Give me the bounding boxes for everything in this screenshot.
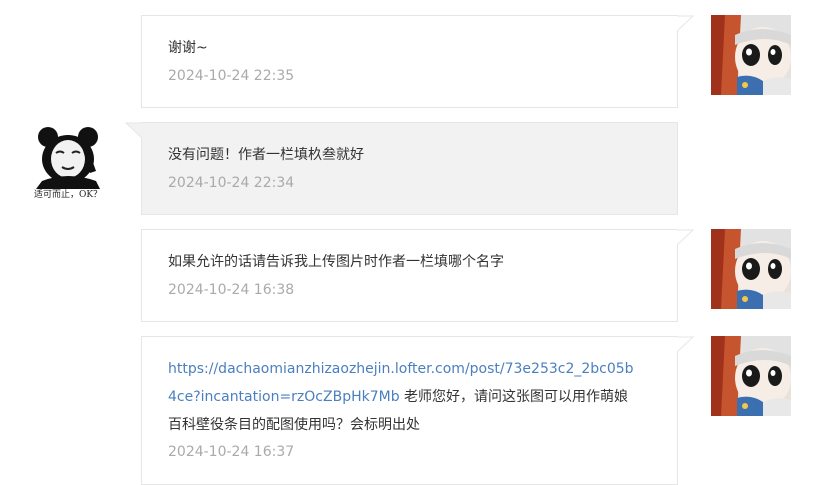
bubble-tail <box>677 336 695 353</box>
message-bubble-outgoing: 如果允许的话请告诉我上传图片时作者一栏填哪个名字 2024-10-24 16:3… <box>141 229 695 322</box>
message-timestamp: 2024-10-24 22:34 <box>168 175 295 191</box>
post-link[interactable]: https://dachaomianzhizaozhejin.lofter.co… <box>168 361 634 377</box>
other-user-avatar[interactable]: 适可而止，OK？ <box>26 123 110 203</box>
my-avatar[interactable] <box>711 15 791 95</box>
message-text: 没有问题！作者一栏填杦叁就好 <box>168 147 364 163</box>
message-text: 如果允许的话请告诉我上传图片时作者一栏填哪个名字 <box>168 254 504 270</box>
message-bubble-incoming: 没有问题！作者一栏填杦叁就好 2024-10-24 22:34 <box>124 122 678 215</box>
message-text-line: 百科壁役条目的配图使用吗？会标明出处 <box>168 417 420 433</box>
avatar-image <box>711 229 791 309</box>
avatar-image <box>711 15 791 95</box>
message-bubble-outgoing: https://dachaomianzhizaozhejin.lofter.co… <box>141 336 695 485</box>
message-text: https://dachaomianzhizaozhejin.lofter.co… <box>168 355 655 439</box>
message-timestamp: 2024-10-24 22:35 <box>168 68 295 84</box>
bubble-tail <box>124 122 142 139</box>
message-bubble-outgoing: 谢谢~ 2024-10-24 22:35 <box>141 15 695 108</box>
my-avatar[interactable] <box>711 229 791 309</box>
message-text: 谢谢~ <box>168 40 208 56</box>
message-timestamp: 2024-10-24 16:38 <box>168 282 295 298</box>
message-timestamp: 2024-10-24 16:37 <box>168 444 295 460</box>
message-text-inline: 老师您好，请问这张图可以用作萌娘 <box>399 389 629 405</box>
my-avatar[interactable] <box>711 336 791 416</box>
post-link-continued[interactable]: 4ce?incantation=rzOcZBpHk7Mb <box>168 389 400 405</box>
bubble-tail <box>677 229 695 246</box>
avatar-image <box>711 336 791 416</box>
avatar-caption: 适可而止，OK？ <box>33 190 103 200</box>
message-thread: 谢谢~ 2024-10-24 22:35 适可而止，OK？ 没有问题！作者一栏填… <box>0 0 814 485</box>
bubble-tail <box>677 15 695 32</box>
